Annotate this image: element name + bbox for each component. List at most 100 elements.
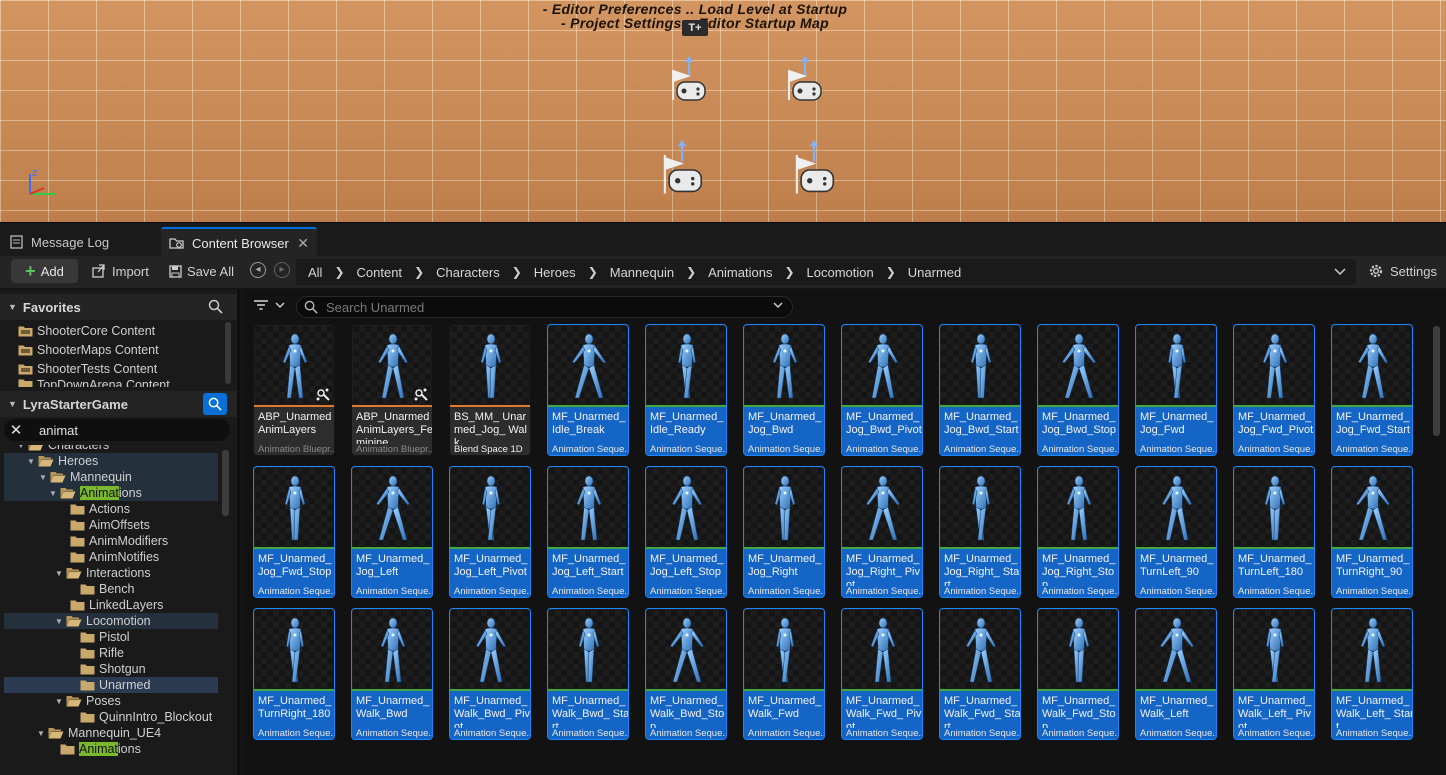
asset-tile[interactable]: MF_Unarmed_ Jog_Right Animation Seque... bbox=[743, 466, 825, 598]
tree-item[interactable]: ▼ Mannequin bbox=[4, 469, 218, 485]
breadcrumb-item[interactable]: Heroes bbox=[534, 265, 576, 280]
asset-tile[interactable]: MF_Unarmed_ Walk_Left Animation Seque... bbox=[1135, 608, 1217, 740]
tree-item[interactable]: ▼ Mannequin_UE4 bbox=[4, 725, 218, 741]
asset-tile[interactable]: MF_Unarmed_ Jog_Left_Stop Animation Seque… bbox=[645, 466, 727, 598]
asset-tile[interactable]: MF_Unarmed_ Walk_Fwd_Stop Animation Seque… bbox=[1037, 608, 1119, 740]
chevron-down-icon[interactable] bbox=[772, 300, 784, 313]
favorite-item[interactable]: ShooterCore Content bbox=[18, 321, 155, 340]
asset-tile[interactable]: BS_MM_ Unarmed_Jog_ Walk Blend Space 1D bbox=[449, 324, 531, 456]
asset-tile[interactable]: MF_Unarmed_ Jog_Bwd_Start Animation Seque… bbox=[939, 324, 1021, 456]
settings-button[interactable]: Settings bbox=[1368, 259, 1437, 283]
tree-item[interactable]: ▼ Locomotion bbox=[4, 613, 218, 629]
chevron-right-icon[interactable]: ❯ bbox=[886, 265, 896, 279]
tree-item[interactable]: AnimNotifies bbox=[4, 549, 218, 565]
close-icon[interactable]: ✕ bbox=[297, 235, 309, 252]
asset-tile[interactable]: MF_Unarmed_ Walk_Bwd Animation Seque... bbox=[351, 608, 433, 740]
clear-icon[interactable]: ✕ bbox=[4, 421, 28, 439]
tree-item[interactable]: AnimModifiers bbox=[4, 533, 218, 549]
expand-triangle-icon[interactable]: ▼ bbox=[54, 569, 64, 578]
player-start-icon[interactable] bbox=[783, 56, 827, 112]
tab-message-log[interactable]: Message Log bbox=[0, 227, 158, 257]
tree-item[interactable]: ▼ Poses bbox=[4, 693, 218, 709]
player-start-icon[interactable] bbox=[667, 56, 711, 112]
asset-tile[interactable]: MF_Unarmed_ TurnLeft_90 Animation Seque..… bbox=[1135, 466, 1217, 598]
asset-tile[interactable]: MF_Unarmed_ Jog_Bwd Animation Seque... bbox=[743, 324, 825, 456]
filter-button[interactable] bbox=[253, 299, 286, 311]
breadcrumb-item[interactable]: All bbox=[308, 265, 322, 280]
asset-tile[interactable]: MF_Unarmed_ Jog_Right_Stop Animation Sequ… bbox=[1037, 466, 1119, 598]
search-toggle-button[interactable] bbox=[203, 393, 227, 415]
asset-tile[interactable]: ABP_Unarmed AnimLayers Animation Bluepr..… bbox=[253, 324, 335, 456]
expand-triangle-icon[interactable]: ▼ bbox=[16, 445, 26, 450]
collapse-triangle-icon[interactable]: ▼ bbox=[8, 399, 17, 409]
asset-tile[interactable]: MF_Unarmed_ Jog_Fwd_Stop Animation Seque.… bbox=[253, 466, 335, 598]
breadcrumb-item[interactable]: Characters bbox=[436, 265, 500, 280]
favorite-item[interactable]: ShooterMaps Content bbox=[18, 340, 159, 359]
asset-tile[interactable]: MF_Unarmed_ Jog_Fwd_Start Animation Seque… bbox=[1331, 324, 1413, 456]
import-button[interactable]: Import bbox=[92, 259, 149, 283]
search-icon[interactable] bbox=[208, 299, 223, 317]
expand-triangle-icon[interactable]: ▼ bbox=[48, 489, 58, 498]
text-render-actor-icon[interactable]: T+ bbox=[682, 20, 708, 36]
breadcrumb-item[interactable]: Locomotion bbox=[807, 265, 874, 280]
expand-triangle-icon[interactable]: ▼ bbox=[26, 457, 36, 466]
tree-item[interactable]: Bench bbox=[4, 581, 218, 597]
asset-tile[interactable]: MF_Unarmed_ Jog_Right_ Pivot Animation Se… bbox=[841, 466, 923, 598]
chevron-right-icon[interactable]: ❯ bbox=[686, 265, 696, 279]
level-viewport[interactable]: - Editor Preferences .. Load Level at St… bbox=[0, 0, 1446, 222]
asset-tile[interactable]: MF_Unarmed_ Walk_Fwd_ Pivot Animation Seq… bbox=[841, 608, 923, 740]
tree-item[interactable]: LinkedLayers bbox=[4, 597, 218, 613]
chevron-right-icon[interactable]: ❯ bbox=[334, 265, 344, 279]
tree-item[interactable]: ▼ Characters bbox=[4, 445, 218, 453]
asset-tile[interactable]: MF_Unarmed_ Jog_Bwd_Pivot Animation Seque… bbox=[841, 324, 923, 456]
tree-item[interactable]: Rifle bbox=[4, 645, 218, 661]
asset-grid-scrollbar[interactable] bbox=[1433, 326, 1440, 436]
tree-item[interactable]: Unarmed bbox=[4, 677, 218, 693]
tree-item[interactable]: Actions bbox=[4, 501, 218, 517]
tree-item[interactable]: Shotgun bbox=[4, 661, 218, 677]
asset-tile[interactable]: MF_Unarmed_ Walk_Bwd_Stop Animation Seque… bbox=[645, 608, 727, 740]
add-button[interactable]: + Add bbox=[11, 259, 78, 283]
chevron-right-icon[interactable]: ❯ bbox=[588, 265, 598, 279]
favorites-header[interactable]: ▼ Favorites bbox=[0, 294, 237, 320]
asset-tile[interactable]: MF_Unarmed_ Walk_Fwd_ Start Animation Seq… bbox=[939, 608, 1021, 740]
asset-tile[interactable]: ABP_Unarmed AnimLayers_Feminine Animation… bbox=[351, 324, 433, 456]
asset-tile[interactable]: MF_Unarmed_ Jog_Left Animation Seque... bbox=[351, 466, 433, 598]
tree-item[interactable]: Pistol bbox=[4, 629, 218, 645]
expand-triangle-icon[interactable]: ▼ bbox=[54, 617, 64, 626]
folder-filter-input[interactable]: ✕ animat bbox=[4, 419, 230, 441]
expand-triangle-icon[interactable]: ▼ bbox=[54, 697, 64, 706]
asset-tile[interactable]: MF_Unarmed_ TurnRight_90 Animation Seque.… bbox=[1331, 466, 1413, 598]
breadcrumb-item[interactable]: Content bbox=[357, 265, 403, 280]
project-header[interactable]: ▼ LyraStarterGame bbox=[0, 391, 237, 417]
asset-tile[interactable]: MF_Unarmed_ Jog_Fwd_Pivot Animation Seque… bbox=[1233, 324, 1315, 456]
tree-item[interactable]: ▼ Heroes bbox=[4, 453, 218, 469]
expand-triangle-icon[interactable]: ▼ bbox=[38, 473, 48, 482]
expand-triangle-icon[interactable]: ▼ bbox=[36, 729, 46, 738]
asset-tile[interactable]: MF_Unarmed_ Walk_Left_ Start Animation Se… bbox=[1331, 608, 1413, 740]
favorite-item[interactable]: ShooterTests Content bbox=[18, 359, 157, 378]
player-start-icon[interactable] bbox=[790, 140, 838, 200]
chevron-right-icon[interactable]: ❯ bbox=[512, 265, 522, 279]
tree-item[interactable]: ▼ Animat ions bbox=[4, 485, 218, 501]
favorite-item[interactable]: TopDownArena Content bbox=[18, 378, 170, 387]
save-all-button[interactable]: Save All bbox=[169, 259, 234, 283]
asset-tile[interactable]: MF_Unarmed_ Walk_Left_ Pivot Animation Se… bbox=[1233, 608, 1315, 740]
tree-item[interactable]: ▼ Interactions bbox=[4, 565, 218, 581]
chevron-right-icon[interactable]: ❯ bbox=[784, 265, 794, 279]
asset-tile[interactable]: MF_Unarmed_ Jog_Fwd Animation Seque... bbox=[1135, 324, 1217, 456]
favorites-scrollbar[interactable] bbox=[225, 322, 231, 384]
chevron-down-icon[interactable] bbox=[1334, 264, 1346, 279]
chevron-right-icon[interactable]: ❯ bbox=[414, 265, 424, 279]
folder-tree-scrollbar[interactable] bbox=[222, 450, 229, 516]
breadcrumb-item[interactable]: Mannequin bbox=[610, 265, 674, 280]
asset-tile[interactable]: MF_Unarmed_ Idle_Break Animation Seque... bbox=[547, 324, 629, 456]
asset-tile[interactable]: MF_Unarmed_ TurnLeft_180 Animation Seque.… bbox=[1233, 466, 1315, 598]
tree-item[interactable]: AimOffsets bbox=[4, 517, 218, 533]
breadcrumb-item[interactable]: Animations bbox=[708, 265, 772, 280]
player-start-icon[interactable] bbox=[658, 140, 706, 200]
collapse-triangle-icon[interactable]: ▼ bbox=[8, 302, 17, 312]
tree-item[interactable]: Animat ions bbox=[4, 741, 218, 757]
asset-tile[interactable]: MF_Unarmed_ Walk_Bwd_ Start Animation Seq… bbox=[547, 608, 629, 740]
history-forward-icon[interactable]: ▸ bbox=[274, 262, 290, 278]
